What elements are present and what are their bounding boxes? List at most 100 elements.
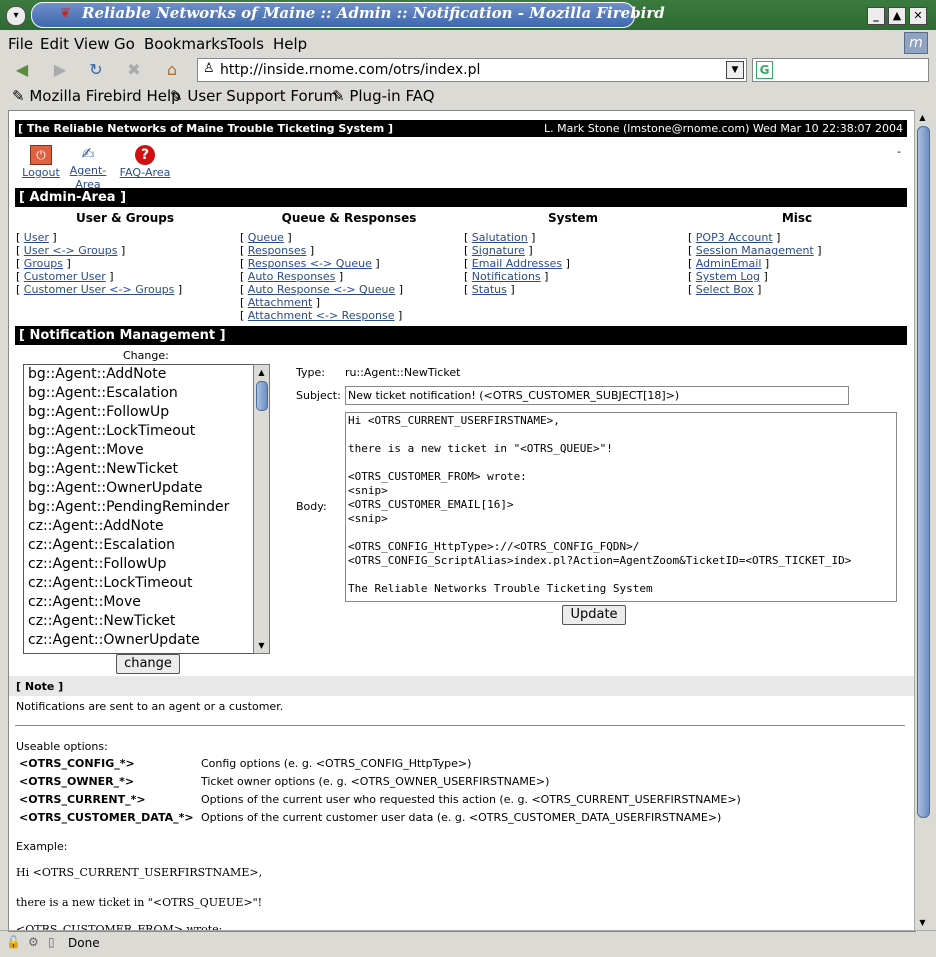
bookmark-label: Mozilla Firebird Help bbox=[29, 87, 181, 105]
col-user-groups-heading: User & Groups bbox=[75, 211, 175, 225]
change-button[interactable]: change bbox=[116, 654, 180, 674]
admin-link-customer-user-groups[interactable]: Customer User <-> Groups bbox=[24, 283, 175, 296]
list-scrollbar[interactable]: ▲ ▼ bbox=[253, 364, 270, 654]
option-key: <OTRS_OWNER_*> bbox=[19, 775, 135, 788]
list-item[interactable]: bg::Agent::Move bbox=[24, 441, 254, 460]
menu-go[interactable]: Go bbox=[114, 35, 135, 53]
close-button[interactable]: ✕ bbox=[909, 7, 927, 25]
logout-link[interactable]: ⏻ Logout bbox=[21, 145, 61, 179]
admin-link-notifications[interactable]: Notifications bbox=[472, 270, 541, 283]
menu-edit[interactable]: Edit bbox=[40, 35, 69, 53]
admin-link-user[interactable]: User bbox=[24, 231, 49, 244]
admin-link-status[interactable]: Status bbox=[472, 283, 507, 296]
list-item[interactable]: cz::Agent::AddNote bbox=[24, 517, 254, 536]
reload-icon[interactable]: ↻ bbox=[84, 59, 108, 81]
home-icon[interactable]: ⌂ bbox=[160, 59, 184, 81]
admin-link-responses-queue[interactable]: Responses <-> Queue bbox=[248, 257, 372, 270]
admin-link-user-groups[interactable]: User <-> Groups bbox=[24, 244, 118, 257]
option-desc: Ticket owner options (e. g. <OTRS_OWNER_… bbox=[201, 775, 550, 788]
list-item[interactable]: cz::Agent::LockTimeout bbox=[24, 574, 254, 593]
subject-label: Subject: bbox=[296, 389, 341, 402]
admin-link-attachment[interactable]: Attachment bbox=[248, 296, 313, 309]
option-key: <OTRS_CURRENT_*> bbox=[19, 793, 146, 806]
admin-link-attachment-response[interactable]: Attachment <-> Response bbox=[248, 309, 395, 322]
google-search-icon[interactable]: G bbox=[756, 61, 773, 79]
menu-tools[interactable]: Tools bbox=[227, 35, 264, 53]
admin-link-session-management[interactable]: Session Management bbox=[696, 244, 814, 257]
address-bar[interactable]: ♙ http://inside.rnome.com/otrs/index.pl … bbox=[197, 58, 747, 82]
menu-bookmarks[interactable]: Bookmarks bbox=[144, 35, 228, 53]
notification-list[interactable]: bg::Agent::AddNote bg::Agent::Escalation… bbox=[23, 364, 255, 654]
status-text: Done bbox=[68, 936, 100, 950]
list-item[interactable]: bg::Agent::PendingReminder bbox=[24, 498, 254, 517]
page-scroll-thumb[interactable] bbox=[917, 126, 930, 818]
col-queue-heading: Queue & Responses bbox=[281, 211, 417, 225]
maximize-button[interactable]: ▲ bbox=[888, 7, 906, 25]
window-titlebar[interactable]: ▾ ❦ Reliable Networks of Maine :: Admin … bbox=[0, 0, 936, 30]
note-text: Notifications are sent to an agent or a … bbox=[16, 700, 284, 713]
list-item[interactable]: cz::Agent::Move bbox=[24, 593, 254, 612]
list-scroll-thumb[interactable] bbox=[256, 381, 268, 411]
update-button[interactable]: Update bbox=[562, 605, 626, 625]
bookmark-label: User Support Forum bbox=[187, 87, 338, 105]
admin-link-responses[interactable]: Responses bbox=[248, 244, 307, 257]
note-header: [ Note ] bbox=[9, 676, 915, 696]
admin-link-customer-user[interactable]: Customer User bbox=[24, 270, 106, 283]
back-icon[interactable]: ◀ bbox=[10, 59, 34, 81]
admin-link-system-log[interactable]: System Log bbox=[696, 270, 760, 283]
change-label: Change: bbox=[123, 349, 169, 362]
admin-link-signature[interactable]: Signature bbox=[472, 244, 525, 257]
bookmark-firebird-help[interactable]: ✎ Mozilla Firebird Help bbox=[12, 87, 181, 105]
list-item[interactable]: bg::Agent::NewTicket bbox=[24, 460, 254, 479]
bookmark-support-forum[interactable]: ✎ User Support Forum bbox=[170, 87, 338, 105]
admin-link-pop3-account[interactable]: POP3 Account bbox=[696, 231, 773, 244]
scroll-down-icon[interactable]: ▼ bbox=[255, 639, 268, 652]
admin-link-email-addresses[interactable]: Email Addresses bbox=[472, 257, 562, 270]
list-item[interactable]: cz::Agent::OwnerUpdate bbox=[24, 631, 254, 650]
col-queue-list: [ Queue ] [ Responses ] [ Responses <-> … bbox=[240, 231, 403, 322]
admin-link-admin-email[interactable]: AdminEmail bbox=[696, 257, 762, 270]
scroll-up-icon[interactable]: ▲ bbox=[916, 111, 929, 124]
search-input[interactable]: G bbox=[752, 58, 929, 82]
menu-file[interactable]: File bbox=[8, 35, 33, 53]
forward-icon[interactable]: ▶ bbox=[48, 59, 72, 81]
subject-input[interactable]: New ticket notification! (<OTRS_CUSTOMER… bbox=[345, 386, 849, 405]
admin-link-auto-response-queue[interactable]: Auto Response <-> Queue bbox=[248, 283, 395, 296]
chevron-down-icon[interactable]: ▼ bbox=[726, 61, 744, 79]
throbber-icon[interactable]: m bbox=[904, 32, 928, 54]
list-item[interactable]: bg::Agent::LockTimeout bbox=[24, 422, 254, 441]
list-item[interactable]: cz::Agent::Escalation bbox=[24, 536, 254, 555]
admin-area-title: [ Admin-Area ] bbox=[19, 190, 127, 205]
admin-link-salutation[interactable]: Salutation bbox=[472, 231, 528, 244]
list-item[interactable]: bg::Agent::OwnerUpdate bbox=[24, 479, 254, 498]
page-scrollbar[interactable]: ▲ ▼ bbox=[914, 110, 931, 930]
admin-link-queue[interactable]: Queue bbox=[248, 231, 284, 244]
list-item[interactable]: cz::Agent::NewTicket bbox=[24, 612, 254, 631]
list-item[interactable]: bg::Agent::AddNote bbox=[24, 365, 254, 384]
window-menu-icon[interactable]: ▾ bbox=[6, 6, 26, 26]
agent-area-link[interactable]: ✍ Agent-Area bbox=[59, 145, 117, 192]
user-info: L. Mark Stone (lmstone@rnome.com) Wed Ma… bbox=[544, 122, 903, 135]
faq-area-link[interactable]: ? FAQ-Area bbox=[119, 145, 171, 179]
type-value: ru::Agent::NewTicket bbox=[345, 366, 461, 379]
admin-link-groups[interactable]: Groups bbox=[24, 257, 63, 270]
bookmark-label: Plug-in FAQ bbox=[349, 87, 435, 105]
admin-link-auto-responses[interactable]: Auto Responses bbox=[248, 270, 336, 283]
minimize-button[interactable]: _ bbox=[867, 7, 885, 25]
list-item[interactable]: bg::Agent::Escalation bbox=[24, 384, 254, 403]
menu-view[interactable]: View bbox=[74, 35, 110, 53]
bookmark-plugin-faq[interactable]: ✎ Plug-in FAQ bbox=[332, 87, 435, 105]
logout-label: Logout bbox=[22, 166, 60, 179]
stop-icon[interactable]: ✖ bbox=[122, 59, 146, 81]
logout-icon: ⏻ bbox=[30, 145, 52, 165]
body-textarea[interactable]: Hi <OTRS_CURRENT_USERFIRSTNAME>, there i… bbox=[345, 412, 897, 602]
scroll-up-icon[interactable]: ▲ bbox=[255, 366, 268, 379]
scroll-down-icon[interactable]: ▼ bbox=[916, 916, 929, 929]
list-item[interactable]: bg::Agent::FollowUp bbox=[24, 403, 254, 422]
list-item[interactable]: cz::Agent::FollowUp bbox=[24, 555, 254, 574]
useable-options-label: Useable options: bbox=[16, 740, 108, 753]
admin-link-select-box[interactable]: Select Box bbox=[696, 283, 754, 296]
system-header: [ The Reliable Networks of Maine Trouble… bbox=[15, 120, 907, 137]
option-desc: Options of the current user who requeste… bbox=[201, 793, 741, 806]
menu-help[interactable]: Help bbox=[273, 35, 307, 53]
